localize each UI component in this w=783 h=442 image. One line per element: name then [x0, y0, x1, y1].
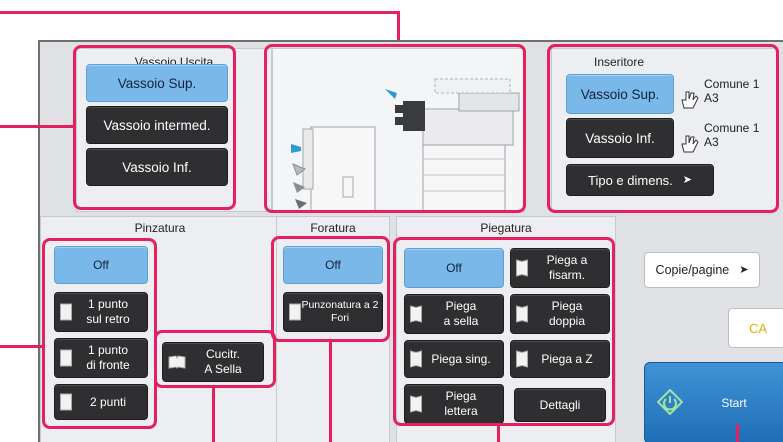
start-button[interactable]: Start: [644, 362, 783, 442]
callout-line-bottom-2: [329, 340, 332, 442]
output-tray-highlight: [73, 45, 236, 210]
callout-line-left-1: [0, 125, 76, 128]
saddle-stitch-highlight: [154, 330, 276, 388]
start-label: Start: [721, 396, 747, 410]
illustration-highlight: [264, 44, 526, 213]
callout-line-bottom-1: [212, 386, 215, 442]
folding-title: Piegatura: [480, 221, 532, 235]
punch-highlight: [271, 236, 390, 342]
start-icon: [657, 389, 683, 415]
copies-pages-label: Copie/pagine: [655, 262, 730, 277]
stapling-title: Pinzatura: [134, 221, 186, 235]
clear-all-label: CA: [748, 320, 768, 336]
callout-line-left-2: [0, 345, 45, 348]
callout-line-top-h: [0, 11, 400, 14]
punch-title: Foratura: [310, 221, 356, 235]
copies-pages-button[interactable]: Copie/pagine ➤: [644, 252, 760, 288]
folding-highlight: [393, 237, 615, 426]
clear-all-button[interactable]: CA: [728, 308, 783, 348]
arrow-right-icon: ➤: [739, 263, 749, 276]
callout-line-bottom-4: [736, 424, 739, 442]
stapling-options-highlight: [42, 238, 157, 429]
callout-line-bottom-3: [497, 424, 500, 442]
inserter-highlight: [547, 44, 779, 213]
